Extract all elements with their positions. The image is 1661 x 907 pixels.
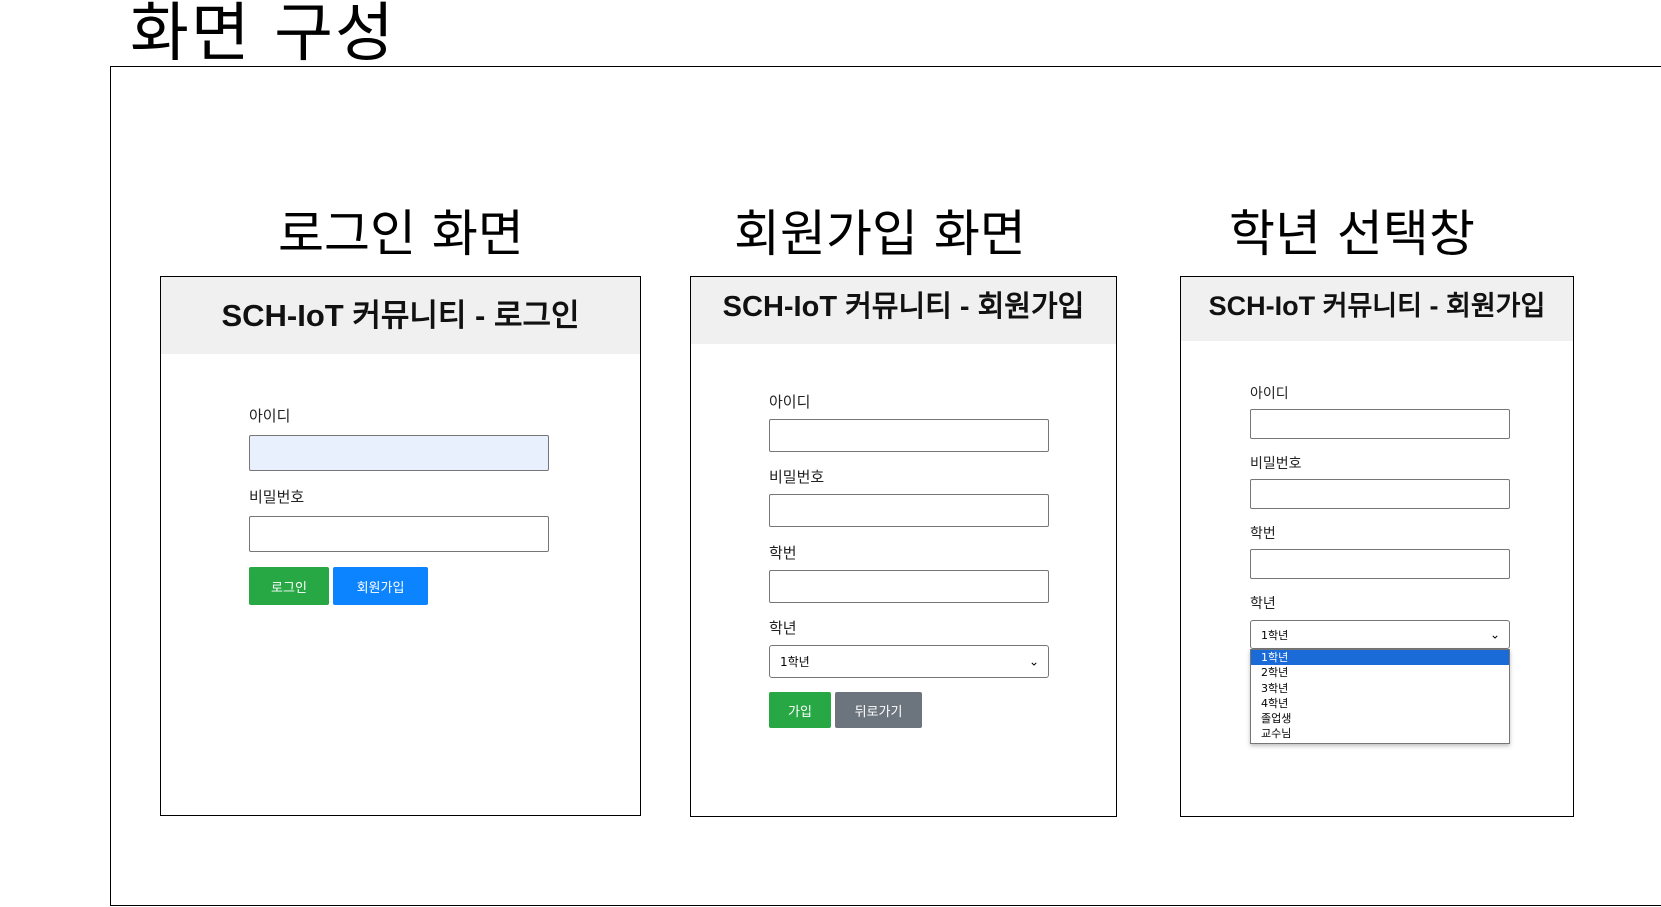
signup-student-no-input[interactable] bbox=[769, 570, 1049, 603]
grade-panel: SCH-IoT 커뮤니티 - 회원가입 아이디 비밀번호 학번 학년 1학년 ⌄… bbox=[1180, 276, 1574, 817]
grade-option[interactable]: 졸업생 bbox=[1251, 711, 1509, 726]
login-pw-label: 비밀번호 bbox=[249, 488, 305, 506]
grade-option[interactable]: 4학년 bbox=[1251, 696, 1509, 711]
signup-student-no-label: 학번 bbox=[769, 544, 797, 562]
grade-option[interactable]: 교수님 bbox=[1251, 726, 1509, 741]
grade-panel-student-no-input[interactable] bbox=[1250, 549, 1510, 579]
chevron-down-icon: ⌄ bbox=[1028, 653, 1039, 668]
signup-panel: SCH-IoT 커뮤니티 - 회원가입 아이디 비밀번호 학번 학년 1학년 ⌄… bbox=[690, 276, 1117, 817]
caption-grade: 학년 선택창 bbox=[1229, 205, 1475, 263]
grade-panel-id-label: 아이디 bbox=[1250, 386, 1289, 402]
signup-pw-label: 비밀번호 bbox=[769, 468, 825, 486]
grade-panel-id-input[interactable] bbox=[1250, 409, 1510, 439]
signup-pw-input[interactable] bbox=[769, 494, 1049, 527]
slide-title: 화면 구성 bbox=[130, 0, 396, 71]
back-button[interactable]: 뒤로가기 bbox=[835, 692, 922, 728]
signup-grade-label: 학년 bbox=[769, 619, 797, 637]
login-pw-input[interactable] bbox=[249, 516, 549, 552]
signup-grade-select[interactable]: 1학년 ⌄ bbox=[769, 645, 1049, 678]
caption-login: 로그인 화면 bbox=[278, 205, 524, 263]
caption-signup: 회원가입 화면 bbox=[734, 205, 1026, 263]
grade-panel-header: SCH-IoT 커뮤니티 - 회원가입 bbox=[1181, 277, 1573, 341]
signup-id-label: 아이디 bbox=[769, 393, 811, 411]
login-panel-header: SCH-IoT 커뮤니티 - 로그인 bbox=[161, 277, 640, 354]
grade-option[interactable]: 1학년 bbox=[1251, 650, 1509, 666]
grade-panel-grade-select[interactable]: 1학년 ⌄ bbox=[1250, 620, 1510, 649]
grade-panel-student-no-label: 학번 bbox=[1250, 526, 1276, 542]
signup-id-input[interactable] bbox=[769, 419, 1049, 452]
login-id-input[interactable] bbox=[249, 435, 549, 471]
signup-panel-header: SCH-IoT 커뮤니티 - 회원가입 bbox=[691, 277, 1116, 344]
signup-button[interactable]: 회원가입 bbox=[333, 567, 428, 605]
grade-panel-grade-selected: 1학년 bbox=[1261, 628, 1289, 642]
chevron-down-icon: ⌄ bbox=[1489, 626, 1500, 641]
login-id-label: 아이디 bbox=[249, 407, 291, 425]
submit-button[interactable]: 가입 bbox=[769, 692, 831, 728]
grade-panel-pw-label: 비밀번호 bbox=[1250, 456, 1302, 472]
login-panel: SCH-IoT 커뮤니티 - 로그인 아이디 비밀번호 로그인 회원가입 bbox=[160, 276, 641, 816]
login-button[interactable]: 로그인 bbox=[249, 567, 329, 605]
signup-grade-selected: 1학년 bbox=[780, 655, 810, 669]
grade-panel-grade-label: 학년 bbox=[1250, 596, 1276, 612]
grade-options-dropdown: 1학년 2학년 3학년 4학년 졸업생 교수님 bbox=[1250, 649, 1510, 744]
grade-option[interactable]: 2학년 bbox=[1251, 665, 1509, 680]
grade-panel-pw-input[interactable] bbox=[1250, 479, 1510, 509]
grade-option[interactable]: 3학년 bbox=[1251, 681, 1509, 696]
